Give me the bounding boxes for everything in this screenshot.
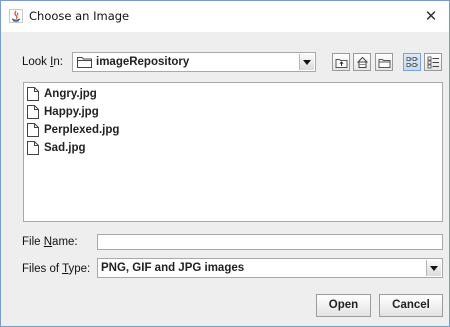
list-view-button[interactable] bbox=[403, 53, 421, 71]
file-type-dropdown-button[interactable] bbox=[426, 260, 441, 276]
file-type-label: Files of Type: bbox=[22, 263, 91, 275]
details-view-icon bbox=[427, 56, 439, 69]
file-list[interactable]: Angry.jpg Happy.jpg Perplexed.jpg Sad.jp… bbox=[23, 82, 443, 222]
new-folder-icon bbox=[378, 59, 391, 68]
file-name: Sad.jpg bbox=[44, 142, 86, 154]
window-title: Choose an Image bbox=[29, 9, 130, 23]
file-name: Happy.jpg bbox=[44, 106, 99, 118]
file-name: Perplexed.jpg bbox=[44, 124, 120, 136]
title-bar: Choose an Image ✕ bbox=[1, 1, 449, 32]
file-type-value: PNG, GIF and JPG images bbox=[101, 262, 245, 274]
open-button[interactable]: Open bbox=[316, 294, 371, 317]
folder-icon bbox=[77, 56, 92, 71]
list-view-icon bbox=[406, 57, 418, 67]
up-one-level-button[interactable] bbox=[332, 53, 350, 71]
cancel-button[interactable]: Cancel bbox=[379, 294, 443, 317]
file-chooser-dialog: Choose an Image ✕ Look In: imageReposito… bbox=[0, 0, 450, 327]
file-icon bbox=[27, 141, 39, 155]
file-name: Angry.jpg bbox=[44, 88, 97, 100]
details-view-button[interactable] bbox=[424, 53, 442, 71]
close-icon[interactable]: ✕ bbox=[421, 6, 441, 26]
look-in-label: Look In: bbox=[22, 56, 63, 68]
chevron-down-icon bbox=[303, 60, 311, 65]
look-in-value: imageRepository bbox=[96, 56, 190, 68]
chevron-down-icon bbox=[430, 266, 438, 271]
file-type-combo[interactable]: PNG, GIF and JPG images bbox=[97, 258, 443, 278]
file-icon bbox=[27, 105, 39, 119]
file-icon bbox=[27, 123, 39, 137]
look-in-dropdown-button[interactable] bbox=[299, 54, 314, 70]
new-folder-button[interactable] bbox=[375, 53, 393, 71]
java-app-icon bbox=[9, 9, 23, 23]
file-icon bbox=[27, 87, 39, 101]
file-name-field[interactable] bbox=[97, 234, 443, 250]
look-in-combo[interactable]: imageRepository bbox=[72, 52, 316, 72]
home-icon bbox=[357, 56, 368, 68]
up-one-level-icon bbox=[335, 59, 348, 68]
home-button[interactable] bbox=[353, 53, 371, 71]
file-name-label: File Name: bbox=[22, 236, 78, 248]
